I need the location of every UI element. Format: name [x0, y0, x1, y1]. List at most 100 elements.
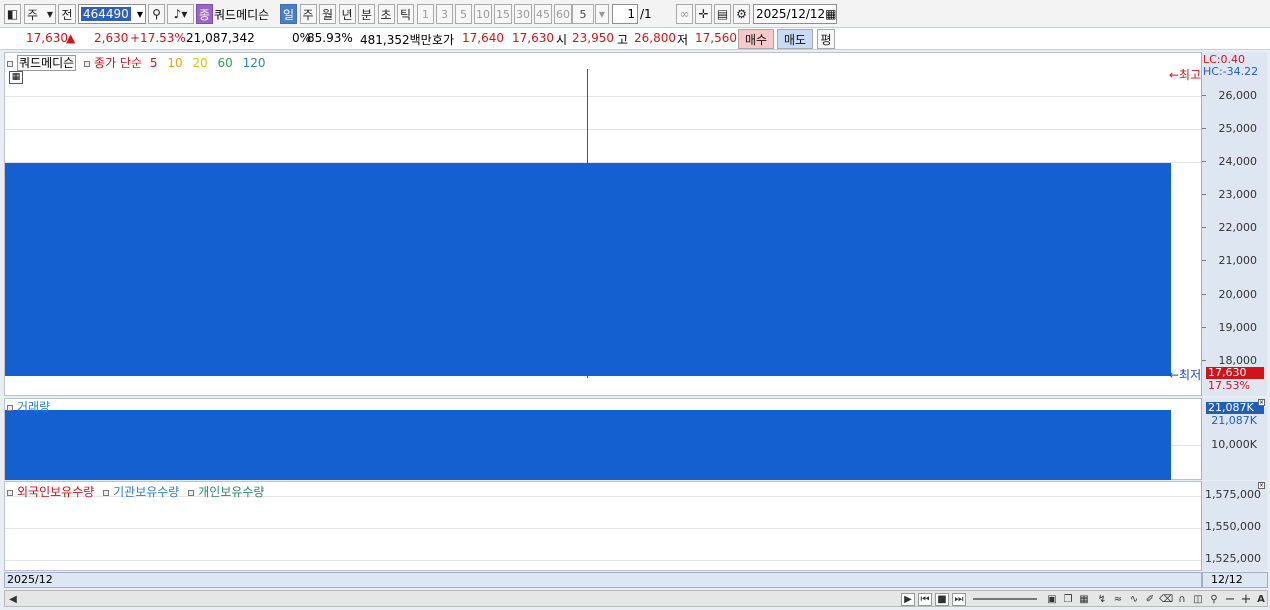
low-marker: ←최저	[1169, 368, 1202, 382]
chevron-down-icon[interactable]: ▼	[137, 10, 143, 19]
volume-tick: 21,087K	[1211, 414, 1257, 427]
chevron-down-icon[interactable]: ▼	[595, 4, 609, 24]
calendar-icon[interactable]: ▦	[825, 7, 836, 21]
high-price: 26,800	[634, 31, 676, 45]
price-chart-panel[interactable]: 쿼드메디슨 종가 단순 5 10 20 60 120 ▦ ←최고 ←최저	[4, 52, 1202, 396]
holdings-legend: 외국인보유수량 기관보유수량 개인보유수량	[7, 483, 264, 500]
interval-tab[interactable]: 15	[494, 4, 512, 24]
period-tab[interactable]: 초	[377, 4, 395, 24]
volume-tick: 10,000K	[1211, 438, 1257, 451]
price-tick: 22,000	[1218, 221, 1258, 234]
foreign-holding-label: 외국인보유수량	[17, 485, 95, 499]
legend-toggle-icon[interactable]	[103, 489, 110, 496]
link-icon[interactable]: ∞	[676, 4, 693, 24]
prev-button[interactable]: 전	[58, 4, 76, 24]
last-price-pct: 17.53%	[1208, 379, 1250, 392]
hc-value: HC:-34.22	[1203, 65, 1259, 78]
zoom-icon[interactable]: ⚲	[1207, 593, 1221, 606]
current-price: 17,630	[26, 31, 68, 45]
period-tab[interactable]: 틱	[397, 4, 414, 24]
tick-mark	[1202, 95, 1206, 96]
search-icon[interactable]: ⚲	[148, 4, 165, 24]
low-label: 저	[677, 33, 689, 47]
eraser-icon[interactable]: ⌫	[1159, 593, 1173, 606]
calculator-icon[interactable]: ▦	[9, 71, 23, 84]
tick-mark	[1202, 327, 1206, 328]
interval-tab[interactable]: 3	[436, 4, 453, 24]
stock-type-badge: 종	[196, 4, 213, 24]
institution-holding-label: 기관보유수량	[113, 485, 180, 499]
price-series-name: 쿼드메디슨	[17, 55, 77, 71]
window-icon[interactable]: ◫	[1191, 593, 1205, 606]
legend-toggle-icon[interactable]	[84, 60, 91, 67]
interval-tab[interactable]: 60	[554, 4, 572, 24]
high-label: 고	[617, 33, 629, 47]
close-icon[interactable]: ×	[1258, 399, 1265, 406]
ma-legend-label: 종가 단순	[94, 56, 143, 70]
holdings-chart-panel[interactable]: 외국인보유수량 기관보유수량 개인보유수량	[4, 481, 1202, 571]
gear-icon[interactable]: ⚙	[733, 4, 750, 24]
grid-icon[interactable]: ▦	[1077, 593, 1091, 606]
save-icon[interactable]: ▤	[714, 4, 731, 24]
pen-icon[interactable]: ✐	[1143, 593, 1157, 606]
sell-button[interactable]: 매도	[777, 29, 813, 49]
legend-toggle-icon[interactable]	[7, 60, 13, 67]
legend-toggle-icon[interactable]	[7, 489, 13, 496]
chart-scrollbar[interactable]: ◀ ▶ ⏮ ■ ⏭ ▣ ❐ ▦ ↯ ≈ ∿ ✐ ⌫ ∩ ◫ ⚲ − + A	[4, 590, 1268, 607]
eval-button[interactable]: 평	[817, 29, 835, 49]
rewind-icon[interactable]: ⏮	[918, 593, 932, 606]
count-value[interactable]: 5	[572, 4, 594, 24]
interval-tab[interactable]: 10	[474, 4, 492, 24]
interval-tab[interactable]: 5	[455, 4, 472, 24]
ma5-label: 5	[149, 56, 158, 70]
low-price: 17,560	[695, 31, 737, 45]
period-tab[interactable]: 분	[358, 4, 375, 24]
period-tab[interactable]: 주	[299, 4, 317, 24]
price-y-axis[interactable]: LC:0.40 HC:-34.22 26,000 25,000 24,000 23,0…	[1201, 52, 1267, 396]
wave-icon[interactable]: ∿	[1127, 593, 1141, 606]
quote-bar: 17,630 ▲ 2,630 +17.53% 21,087,342 0% 85.…	[0, 28, 1270, 50]
period-tab[interactable]: 월	[319, 4, 336, 24]
holdings-y-axis[interactable]: × 1,575,000 1,550,000 1,525,000	[1201, 481, 1267, 571]
period-tab[interactable]: 년	[338, 4, 356, 24]
open-label: 시	[556, 33, 568, 47]
window-toggle-icon[interactable]: ◧	[4, 4, 21, 24]
period-tab[interactable]: 일	[280, 4, 297, 24]
page-input[interactable]: 1	[612, 4, 638, 24]
fast-forward-icon[interactable]: ⏭	[952, 593, 966, 606]
stock-code-input[interactable]: 464490 ▼	[78, 4, 146, 24]
magnet-icon[interactable]: ∩	[1175, 593, 1189, 606]
bid-price-1: 17,640	[462, 31, 504, 45]
date-input[interactable]: 2025/12/12 ▦	[753, 4, 837, 24]
speaker-icon[interactable]: ♪▾	[167, 4, 194, 24]
cursor-cross-icon[interactable]: ✛	[695, 4, 712, 24]
play-icon[interactable]: ▶	[901, 593, 915, 606]
ma120-label: 120	[242, 56, 266, 70]
trend-line-icon[interactable]: ↯	[1095, 593, 1109, 606]
legend-toggle-icon[interactable]	[7, 404, 13, 411]
volume-y-axis[interactable]: 21,087K × 21,087K 10,000K	[1201, 398, 1267, 480]
zoom-slider[interactable]	[973, 598, 1037, 600]
stop-icon[interactable]: ■	[935, 593, 949, 606]
interval-tab[interactable]: 45	[534, 4, 552, 24]
minus-icon[interactable]: −	[1223, 592, 1237, 607]
copy-icon[interactable]: ❐	[1061, 593, 1075, 606]
interval-tab[interactable]: 1	[417, 4, 434, 24]
volume-series-name: 거래량	[17, 400, 51, 414]
interval-tab[interactable]: 30	[514, 4, 532, 24]
legend-toggle-icon[interactable]	[188, 489, 195, 496]
price-change-pct: +17.53%	[130, 31, 186, 45]
candle-wick	[587, 69, 588, 163]
market-type-select[interactable]: 주 ▼	[24, 4, 56, 24]
font-size-icon[interactable]: A	[1254, 593, 1268, 606]
last-price-tag: 17,630	[1206, 367, 1264, 379]
buy-button[interactable]: 매수	[738, 29, 774, 49]
scroll-left-icon[interactable]: ◀	[6, 593, 20, 606]
price-change: 2,630	[94, 31, 129, 45]
plus-icon[interactable]: +	[1239, 592, 1253, 607]
volume-chart-panel[interactable]: 거래량	[4, 398, 1202, 480]
layout-icon[interactable]: ▣	[1045, 593, 1059, 606]
fibonacci-icon[interactable]: ≈	[1111, 593, 1125, 606]
tick-mark	[1202, 360, 1206, 361]
tick-mark	[1202, 260, 1206, 261]
